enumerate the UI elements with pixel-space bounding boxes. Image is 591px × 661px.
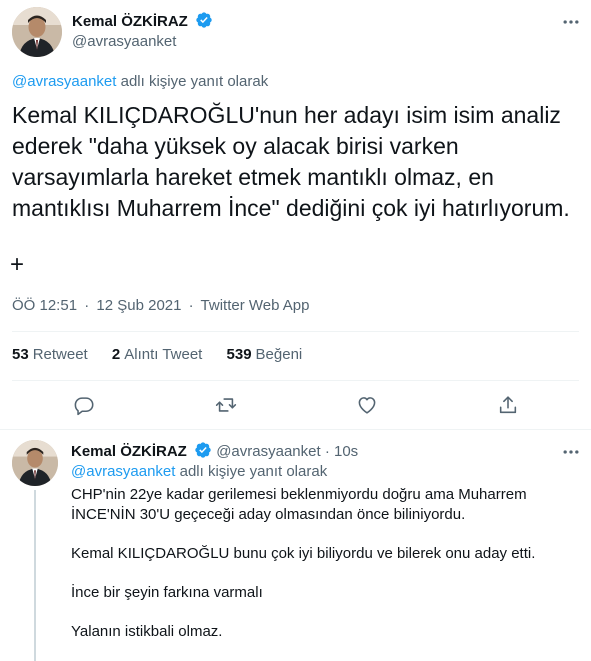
verified-badge-icon: [196, 12, 212, 28]
reply-author-name[interactable]: Kemal ÖZKİRAZ: [71, 443, 187, 460]
reply-paragraph: Kemal KILIÇDAROĞLU bunu çok iyi biliyord…: [71, 545, 536, 562]
reply-text: CHP'nin 22ye kadar gerilemesi beklenmiyo…: [71, 485, 571, 661]
reply-paragraph: İnce bir şeyin farkına varmalı: [71, 584, 263, 601]
tweet-time[interactable]: ÖÖ 12:51: [12, 297, 77, 314]
tweet-date[interactable]: 12 Şub 2021: [96, 297, 181, 314]
author-name-text[interactable]: Kemal ÖZKİRAZ: [72, 13, 188, 30]
tweet-text: Kemal KILIÇDAROĞLU'nun her adayı isim is…: [12, 102, 570, 221]
more-options-icon[interactable]: [561, 442, 581, 462]
replying-mention-link[interactable]: @avrasyaanket: [12, 73, 116, 90]
retweets-stat[interactable]: 53 Retweet: [12, 346, 88, 363]
likes-stat[interactable]: 539 Beğeni: [227, 346, 303, 363]
tweet-meta: ÖÖ 12:51 · 12 Şub 2021 · Twitter Web App: [12, 297, 310, 314]
retweets-label: Retweet: [32, 346, 88, 363]
reply-separator: ·: [324, 443, 330, 460]
replying-mention-link[interactable]: @avrasyaanket: [71, 463, 175, 480]
avatar-image: [12, 7, 62, 57]
tweet-source[interactable]: Twitter Web App: [201, 297, 310, 314]
more-options-icon[interactable]: [561, 12, 581, 32]
reply-icon[interactable]: [73, 394, 95, 416]
reply-paragraph: CHP'nin 22ye kadar gerilemesi beklenmiyo…: [71, 486, 527, 523]
verified-badge-icon: [195, 442, 211, 458]
reply-time[interactable]: 10s: [334, 443, 358, 460]
avatar[interactable]: [12, 7, 62, 57]
divider: [12, 331, 579, 332]
thread-line: [34, 490, 36, 661]
plus-symbol: +: [10, 251, 25, 278]
meta-separator: ·: [84, 297, 90, 314]
main-tweet: Kemal ÖZKİRAZ @avrasyaanket @avrasyaanke…: [0, 0, 591, 430]
reply-avatar[interactable]: [12, 440, 58, 486]
retweets-count: 53: [12, 346, 29, 363]
quotes-label: Alıntı Tweet: [124, 346, 203, 363]
replying-suffix: adlı kişiye yanıt olarak: [116, 73, 269, 90]
reply-author-handle[interactable]: @avrasyaanket: [216, 443, 320, 460]
quotes-stat[interactable]: 2 Alıntı Tweet: [112, 346, 202, 363]
meta-separator: ·: [188, 297, 194, 314]
retweet-icon[interactable]: [215, 394, 237, 416]
likes-label: Beğeni: [255, 346, 303, 363]
quotes-count: 2: [111, 346, 121, 363]
like-icon[interactable]: [356, 394, 378, 416]
reply-paragraph: Yalanın istikbali olmaz.: [71, 623, 223, 640]
divider: [12, 380, 579, 381]
likes-count: 539: [226, 346, 252, 363]
author-handle[interactable]: @avrasyaanket: [72, 33, 176, 50]
reply-replying-to: @avrasyaanket adlı kişiye yanıt olarak: [71, 463, 327, 480]
tweet-stats: 53 Retweet 2 Alıntı Tweet 539 Beğeni: [12, 346, 322, 363]
replying-suffix: adlı kişiye yanıt olarak: [175, 463, 328, 480]
avatar-image: [12, 440, 58, 486]
author-name[interactable]: Kemal ÖZKİRAZ: [72, 11, 213, 30]
share-icon[interactable]: [497, 394, 519, 416]
reply-header: Kemal ÖZKİRAZ @avrasyaanket · 10s: [71, 441, 358, 460]
replying-to: @avrasyaanket adlı kişiye yanıt olarak: [12, 73, 268, 90]
